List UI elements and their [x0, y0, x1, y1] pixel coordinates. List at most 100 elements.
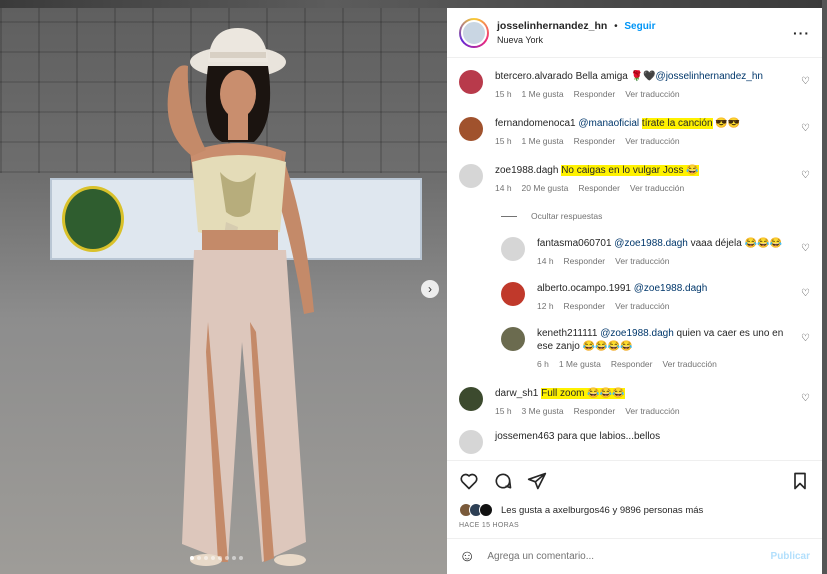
bookmark-icon[interactable] [790, 471, 810, 491]
comment-meta: 15 h 1 Me gusta Responder Ver traducción [495, 89, 788, 99]
reply-mention[interactable]: @zoe1988.dagh [614, 238, 688, 249]
translate-button[interactable]: Ver traducción [625, 89, 679, 99]
post-time[interactable]: HACE 15 HORAS [459, 522, 810, 529]
comment-input[interactable] [487, 551, 771, 562]
reply-meta: 12 h Responder Ver traducción [537, 301, 788, 311]
heart-icon[interactable]: ♡ [801, 243, 810, 254]
reply-likes[interactable]: 1 Me gusta [559, 359, 601, 369]
reply-time[interactable]: 14 h [537, 256, 554, 266]
likes-text[interactable]: Les gusta a axelburgos46 y 9896 personas… [501, 505, 703, 516]
comment-username[interactable]: btercero.alvarado [495, 71, 573, 82]
reply-button[interactable]: Responder [564, 301, 606, 311]
commenter-avatar[interactable] [459, 70, 483, 94]
banner-logo [62, 186, 124, 252]
comment-text: zoe1988.dagh No caigas en lo vulgar Joss… [495, 164, 788, 177]
comment-likes[interactable]: 1 Me gusta [522, 136, 564, 146]
reply-button[interactable]: Responder [574, 406, 616, 416]
reply-mention[interactable]: @zoe1988.dagh [634, 283, 708, 294]
comment-mention[interactable]: @manaoficial [578, 118, 639, 129]
more-horizontal-icon[interactable]: ··· [793, 25, 810, 41]
action-row [459, 469, 810, 493]
hide-replies-label: Ocultar respuestas [531, 211, 603, 221]
reply-mention[interactable]: @zoe1988.dagh [600, 328, 674, 339]
translate-button[interactable]: Ver traducción [662, 359, 716, 369]
add-comment-bar: ☺ Publicar [447, 538, 822, 574]
reply-meta: 6 h 1 Me gusta Responder Ver traducción [537, 359, 788, 369]
heart-icon[interactable]: ♡ [801, 170, 810, 181]
reply-button[interactable]: Responder [578, 183, 620, 193]
reply-text: keneth211111 @zoe1988.dagh quien va caer… [537, 327, 788, 353]
comment-text: fernandomenoca1 @manaoficial tírate la c… [495, 117, 788, 130]
comment-meta: 14 h 20 Me gusta Responder Ver traducció… [495, 183, 788, 193]
replier-avatar[interactable] [501, 327, 525, 351]
author-avatar-image [461, 19, 487, 46]
comments-list[interactable]: btercero.alvarado Bella amiga 🌹🖤@josseli… [447, 58, 822, 454]
comment-likes[interactable]: 3 Me gusta [522, 406, 564, 416]
likes-summary[interactable]: Les gusta a axelburgos46 y 9896 personas… [459, 503, 810, 517]
post-header: josselinhernandez_hn • Seguir Nueva York… [447, 8, 822, 58]
comment-text: darw_sh1 Full zoom 😂😂😂 [495, 387, 788, 400]
commenter-avatar[interactable] [459, 387, 483, 411]
comment-highlight: No caigas en lo vulgar Joss 😂 [561, 165, 699, 176]
carousel-dot [190, 556, 194, 560]
heart-icon[interactable]: ♡ [801, 393, 810, 404]
post-location[interactable]: Nueva York [497, 35, 793, 45]
reply-username[interactable]: keneth211111 [537, 328, 597, 339]
comment-body: fernandomenoca1 @manaoficial tírate la c… [495, 117, 810, 146]
reply-time[interactable]: 12 h [537, 301, 554, 311]
comment-username[interactable]: zoe1988.dagh [495, 165, 558, 176]
translate-button[interactable]: Ver traducción [630, 183, 684, 193]
comment-time[interactable]: 14 h [495, 183, 512, 193]
comment-icon[interactable] [493, 471, 513, 491]
commenter-avatar[interactable] [459, 117, 483, 141]
comment-text: jossemen463 para que labios...bellos [495, 431, 661, 442]
reply-button[interactable]: Responder [574, 136, 616, 146]
reply-button[interactable]: Responder [574, 89, 616, 99]
carousel-dot [218, 556, 222, 560]
heart-icon[interactable]: ♡ [801, 288, 810, 299]
hide-replies-button[interactable]: Ocultar respuestas [501, 211, 810, 221]
replier-avatar[interactable] [501, 237, 525, 261]
comment-content: Bella amiga 🌹🖤 [572, 71, 656, 82]
comment-time[interactable]: 15 h [495, 89, 512, 99]
comment-likes[interactable]: 1 Me gusta [522, 89, 564, 99]
reply-button[interactable]: Responder [611, 359, 653, 369]
translate-button[interactable]: Ver traducción [615, 301, 669, 311]
next-photo-button[interactable]: › [421, 280, 439, 298]
comment-highlight: tírate la canción [641, 118, 713, 129]
reply-time[interactable]: 6 h [537, 359, 549, 369]
reply-content: vaaa déjela 😂😂😂 [687, 238, 782, 249]
translate-button[interactable]: Ver traducción [625, 406, 679, 416]
heart-icon[interactable]: ♡ [801, 333, 810, 344]
reply-item: alberto.ocampo.1991 @zoe1988.dagh 12 h R… [501, 282, 810, 311]
like-heart-icon[interactable] [459, 471, 479, 491]
follow-button[interactable]: Seguir [624, 21, 655, 32]
comment-username[interactable]: darw_sh1 [495, 388, 538, 399]
publish-button[interactable]: Publicar [771, 551, 810, 562]
commenter-avatar[interactable] [459, 164, 483, 188]
commenter-avatar[interactable] [459, 430, 483, 454]
author-avatar[interactable] [459, 17, 489, 48]
replier-avatar[interactable] [501, 282, 525, 306]
reply-text: alberto.ocampo.1991 @zoe1988.dagh [537, 282, 788, 295]
reply-username[interactable]: fantasma060701 [537, 238, 612, 249]
header-text: josselinhernandez_hn • Seguir Nueva York [497, 20, 793, 45]
translate-button[interactable]: Ver traducción [625, 136, 679, 146]
comment-time[interactable]: 15 h [495, 136, 512, 146]
comment-time[interactable]: 15 h [495, 406, 512, 416]
emoji-icon[interactable]: ☺ [459, 548, 475, 566]
comment-username[interactable]: fernandomenoca1 [495, 118, 576, 129]
reply-username[interactable]: alberto.ocampo.1991 [537, 283, 631, 294]
heart-icon[interactable]: ♡ [801, 76, 810, 87]
share-send-icon[interactable] [527, 471, 547, 491]
reply-button[interactable]: Responder [564, 256, 606, 266]
comment-body: btercero.alvarado Bella amiga 🌹🖤@josseli… [495, 70, 810, 99]
translate-button[interactable]: Ver traducción [615, 256, 669, 266]
comment-mention[interactable]: @josselinhernandez_hn [656, 71, 763, 82]
carousel-dot [211, 556, 215, 560]
comment-likes[interactable]: 20 Me gusta [522, 183, 569, 193]
heart-icon[interactable]: ♡ [801, 123, 810, 134]
liker-avatar [479, 503, 493, 517]
author-username[interactable]: josselinhernandez_hn [497, 20, 607, 32]
comments-panel: josselinhernandez_hn • Seguir Nueva York… [447, 8, 822, 574]
